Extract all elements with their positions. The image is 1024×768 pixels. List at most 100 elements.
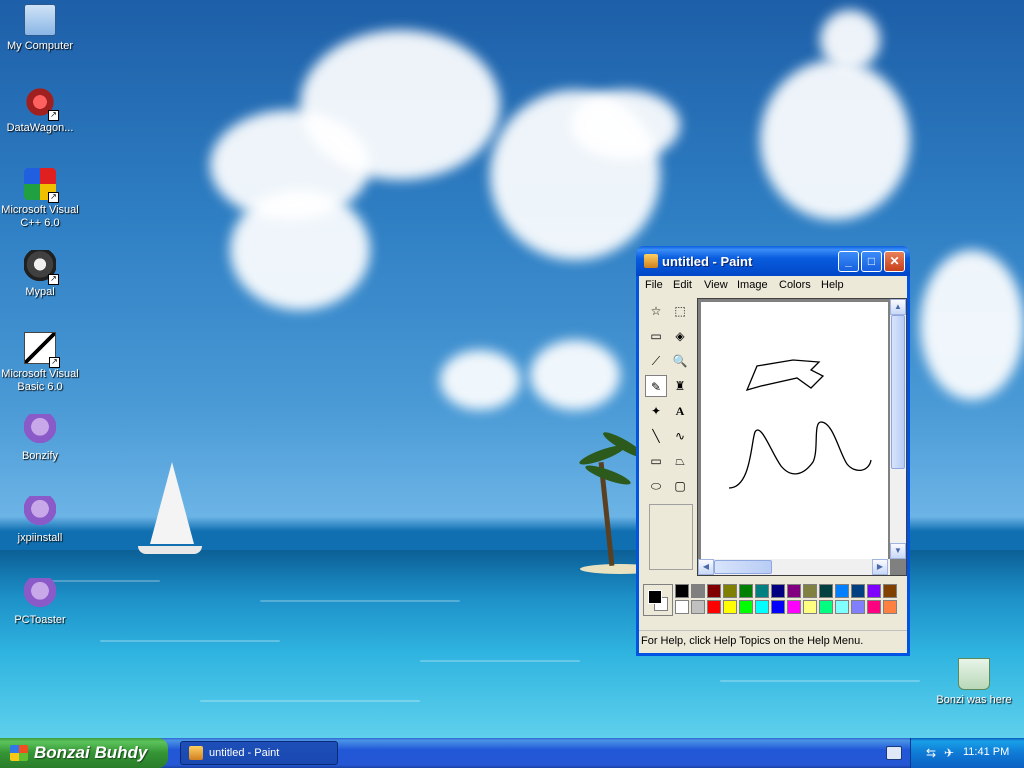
vertical-scrollbar[interactable]: ▲ ▼ [890, 299, 906, 559]
title-bar[interactable]: untitled - Paint _ □ ✕ [636, 246, 910, 276]
scroll-right-icon[interactable]: ▶ [872, 559, 888, 575]
palette-color-swatch[interactable] [723, 600, 737, 614]
horizontal-scroll-thumb[interactable] [714, 560, 772, 574]
desktop-icon-bonzify[interactable]: Bonzify [0, 414, 80, 463]
palette-color-swatch[interactable] [787, 600, 801, 614]
palette-color-swatch[interactable] [691, 600, 705, 614]
status-bar: For Help, click Help Topics on the Help … [639, 630, 907, 653]
window-title: untitled - Paint [662, 254, 753, 269]
palette-color-swatch[interactable] [867, 600, 881, 614]
cloud [570, 90, 680, 160]
menu-edit[interactable]: Edit [673, 279, 692, 291]
text-icon[interactable]: A [669, 400, 691, 422]
select-icon[interactable]: ⬚ [669, 300, 691, 322]
menu-colors[interactable]: Colors [779, 279, 811, 291]
boat-hull [138, 546, 202, 554]
canvas-drawing [728, 359, 872, 489]
magnifier-icon[interactable]: 🔍 [669, 350, 691, 372]
paint-app-icon[interactable] [644, 254, 658, 268]
drawing-canvas[interactable] [701, 302, 888, 560]
network-icon[interactable]: ⇆ [923, 745, 939, 761]
taskbar: Bonzai Buhdy untitled - Paint ⇆ ✈ 11:41 … [0, 738, 1024, 768]
clock[interactable]: 11:41 PM [963, 746, 1009, 758]
palette-color-swatch[interactable] [835, 600, 849, 614]
desktop-icon-recycle-bin[interactable]: Bonzi was here [934, 658, 1014, 707]
horizontal-scrollbar[interactable]: ◀ ▶ [698, 559, 890, 575]
palette-color-swatch[interactable] [675, 600, 689, 614]
foreground-color-swatch[interactable] [648, 590, 662, 604]
rounded-rectangle-icon[interactable]: ▢ [669, 475, 691, 497]
palette-color-swatch[interactable] [723, 584, 737, 598]
desktop-icon-visual-cpp[interactable]: ↗ Microsoft Visual C++ 6.0 [0, 168, 80, 230]
scroll-up-icon[interactable]: ▲ [890, 299, 906, 315]
vertical-scroll-thumb[interactable] [891, 315, 905, 469]
safely-remove-hardware-icon[interactable]: ✈ [941, 745, 957, 761]
menu-file[interactable]: File [645, 279, 663, 291]
line-icon[interactable]: ╲ [645, 425, 667, 447]
free-form-select-icon[interactable]: ☆ [645, 300, 667, 322]
palette-color-swatch[interactable] [835, 584, 849, 598]
palette-color-swatch[interactable] [883, 600, 897, 614]
curve-icon[interactable]: ∿ [669, 425, 691, 447]
windows-logo-icon [10, 745, 28, 761]
palette-color-swatch[interactable] [675, 584, 689, 598]
paint-window[interactable]: untitled - Paint _ □ ✕ File Edit View Im… [636, 246, 910, 656]
palette-color-swatch[interactable] [691, 584, 705, 598]
fill-with-color-icon[interactable]: ◈ [669, 325, 691, 347]
palette-color-swatch[interactable] [771, 600, 785, 614]
desktop-icon-mypal[interactable]: ↗ Mypal [0, 250, 80, 299]
palette-color-swatch[interactable] [739, 600, 753, 614]
sailboat [150, 462, 194, 544]
palette-color-swatch[interactable] [707, 600, 721, 614]
palette-color-swatch[interactable] [771, 584, 785, 598]
bonzi-icon [24, 578, 56, 610]
menu-view[interactable]: View [704, 279, 728, 291]
palette-color-swatch[interactable] [787, 584, 801, 598]
minimize-button[interactable]: _ [838, 251, 859, 272]
tool-options-box[interactable] [649, 504, 693, 570]
visual-cpp-icon: ↗ [24, 168, 59, 203]
menu-image[interactable]: Image [737, 279, 768, 291]
pick-color-icon[interactable]: ⟋ [645, 350, 667, 372]
close-button[interactable]: ✕ [884, 251, 905, 272]
visual-basic-icon: ↗ [24, 332, 60, 368]
ellipse-icon[interactable]: ⬭ [645, 475, 667, 497]
maximize-button[interactable]: □ [861, 251, 882, 272]
desktop-icon-pctoaster[interactable]: PCToaster [0, 578, 80, 627]
palette-color-swatch[interactable] [883, 584, 897, 598]
desktop[interactable]: My Computer ↗ DataWagon... ↗ Microsoft V… [0, 0, 1024, 738]
menu-help[interactable]: Help [821, 279, 844, 291]
palette-color-swatch[interactable] [739, 584, 753, 598]
polygon-icon[interactable]: ⏢ [669, 450, 691, 472]
scroll-left-icon[interactable]: ◀ [698, 559, 714, 575]
desktop-icon-label: Bonzi was here [936, 694, 1012, 706]
palette-color-swatch[interactable] [707, 584, 721, 598]
taskbar-item-paint[interactable]: untitled - Paint [180, 741, 338, 765]
desktop-icon-visual-basic[interactable]: ↗ Microsoft Visual Basic 6.0 [0, 332, 80, 394]
rectangle-icon[interactable]: ▭ [645, 450, 667, 472]
scroll-down-icon[interactable]: ▼ [890, 543, 906, 559]
palette-color-swatch[interactable] [819, 600, 833, 614]
current-colors[interactable] [643, 584, 673, 616]
eraser-icon[interactable]: ▭ [645, 325, 667, 347]
palette-color-swatch[interactable] [819, 584, 833, 598]
desktop-icon-label: DataWagon... [6, 122, 74, 134]
keyboard-icon[interactable] [886, 746, 902, 760]
airbrush-icon[interactable]: ✦ [645, 400, 667, 422]
palette-color-swatch[interactable] [851, 600, 865, 614]
palette-color-swatch[interactable] [755, 584, 769, 598]
pencil-icon[interactable]: ✎ [645, 375, 667, 397]
palette-color-swatch[interactable] [803, 584, 817, 598]
desktop-icon-datawagon[interactable]: ↗ DataWagon... [0, 86, 80, 135]
palette-color-swatch[interactable] [867, 584, 881, 598]
palette-color-swatch[interactable] [755, 600, 769, 614]
taskbar-item-label: untitled - Paint [209, 747, 280, 759]
desktop-icon-label: PCToaster [14, 614, 66, 626]
brush-icon[interactable]: ♜ [669, 375, 691, 397]
desktop-icon-my-computer[interactable]: My Computer [0, 4, 80, 53]
desktop-icon-jxpiinstall[interactable]: jxpiinstall [0, 496, 80, 545]
start-button[interactable]: Bonzai Buhdy [0, 738, 168, 768]
palette-color-swatch[interactable] [803, 600, 817, 614]
palette-color-swatch[interactable] [851, 584, 865, 598]
palm-leaf [583, 462, 633, 488]
